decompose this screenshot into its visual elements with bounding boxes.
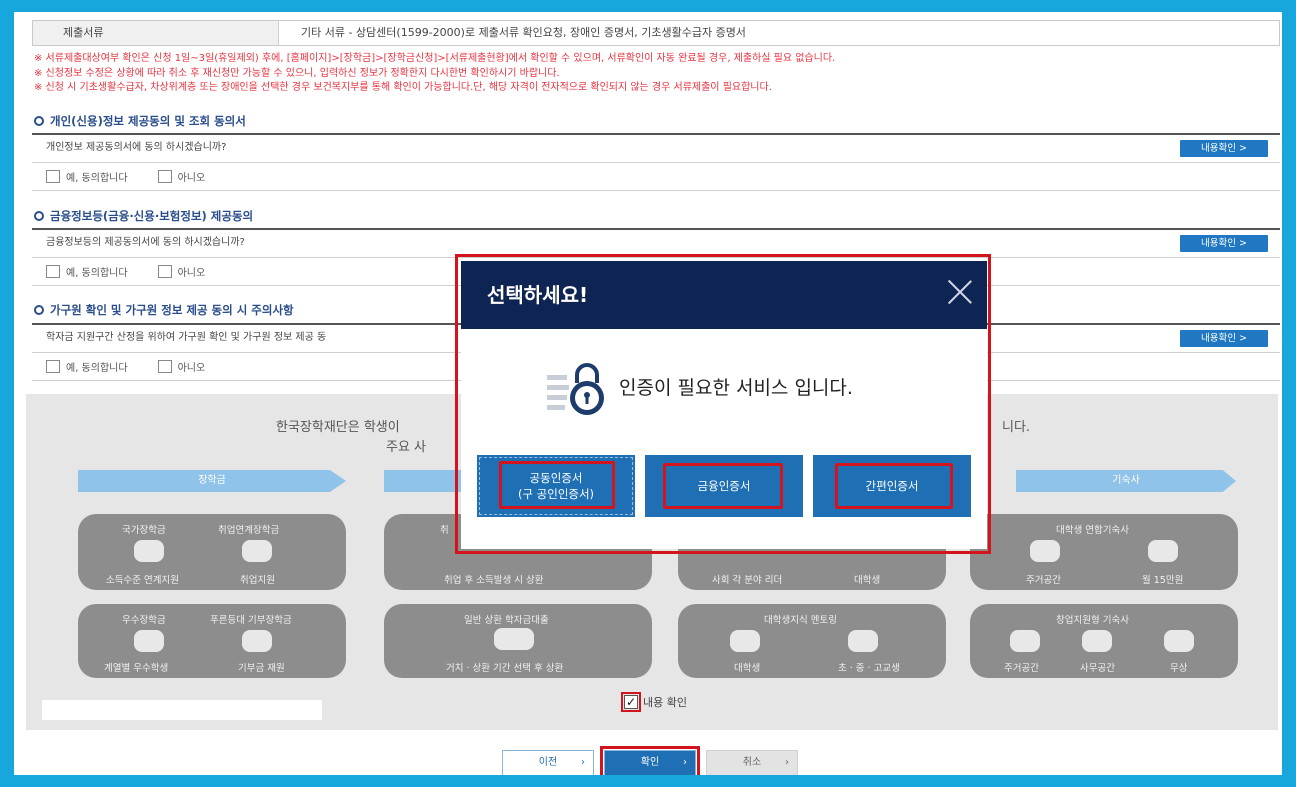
coin-icon	[1148, 540, 1178, 562]
section-title-personal-info: 개인(신용)정보 제공동의 및 조회 동의서	[34, 113, 246, 129]
confirm-label: 내용 확인	[643, 696, 687, 709]
agree-checkbox[interactable]	[46, 265, 60, 278]
disagree-label: 아니오	[177, 173, 206, 184]
notice-line: ※ 서류제출대상여부 확인은 신청 1일~3일(휴일제외) 후에, [홈페이지]…	[34, 53, 836, 64]
section-title-financial-info: 금융정보등(금융·신용·보험정보) 제공동의	[34, 208, 253, 224]
lighthouse-icon	[242, 630, 272, 652]
calendar-icon	[494, 628, 534, 650]
agree-label: 예, 동의합니다	[66, 268, 128, 279]
auth-select-modal: 선택하세요! 인증이 필요한 서비스 입니다. 공동인증서 (구 공인인증서) …	[461, 261, 987, 549]
consent-question: 금융정보등의 제공동의서에 동의 하시겠습니까?	[46, 237, 245, 248]
consent-personal-info: 개인정보 제공동의서에 동의 하시겠습니까? 내용확인 > 예, 동의합니다 아…	[32, 133, 1280, 191]
worker-icon	[242, 540, 272, 562]
disagree-label: 아니오	[177, 268, 206, 279]
modal-header: 선택하세요!	[461, 261, 987, 329]
agree-checkbox[interactable]	[46, 360, 60, 373]
card-united-dormitory: 대학생 연합기숙사 주거공간 월 15만원	[970, 514, 1238, 590]
agree-label: 예, 동의합니다	[66, 173, 128, 184]
blank-field	[42, 700, 322, 720]
disagree-checkbox[interactable]	[157, 265, 172, 278]
consent-question: 학자금 지원구간 산정을 위하여 가구원 확인 및 가구원 정보 제공 동	[46, 332, 327, 343]
content-confirm[interactable]: ✓ 내용 확인	[621, 692, 687, 712]
detail-button[interactable]: 내용확인 >	[1180, 330, 1268, 347]
notice-block: ※ 서류제출대상여부 확인은 신청 1일~3일(휴일제외) 후에, [홈페이지]…	[34, 52, 835, 96]
band-dormitory: 기숙사	[1016, 470, 1236, 492]
graduation-cap-icon	[134, 630, 164, 652]
free-icon	[1164, 630, 1194, 652]
children-icon	[848, 630, 878, 652]
students-icon	[730, 630, 760, 652]
highlight-box	[663, 463, 783, 509]
panel-text: 니다.	[1002, 420, 1031, 435]
ring-icon	[34, 116, 44, 126]
ring-icon	[34, 305, 44, 315]
card-mentoring: 대학생지식 멘토링 대학생 초 · 중 · 고교생	[678, 604, 946, 678]
prev-button[interactable]: 이전 ›	[502, 750, 594, 775]
card-startup-dormitory: 창업지원형 기숙사 주거공간 사무공간 무상	[970, 604, 1238, 678]
handshake-icon	[134, 540, 164, 562]
modal-message: 인증이 필요한 서비스 입니다.	[619, 377, 853, 399]
office-icon	[1082, 630, 1112, 652]
card-general-loan: 일반 상환 학자금대출 거치 · 상환 기간 선택 후 상환	[384, 604, 652, 678]
joint-certificate-button[interactable]: 공동인증서 (구 공인인증서)	[477, 455, 635, 517]
notice-line: ※ 신청정보 수정은 상황에 따라 취소 후 재신청만 가능할 수 있으니, 입…	[34, 67, 560, 79]
lock-icon	[547, 363, 604, 415]
modal-title: 선택하세요!	[487, 283, 589, 307]
notice-line: ※ 신청 시 기초생활수급자, 차상위계층 또는 장애인을 선택한 경우 보건복…	[34, 82, 772, 93]
card-merit-scholarship: 우수장학금 푸른등대 기부장학금 계열별 우수학생 기부금 재원	[78, 604, 346, 678]
required-documents-label: 제출서류	[33, 21, 279, 45]
confirm-checkbox[interactable]: ✓	[621, 692, 641, 712]
highlight-box	[499, 461, 615, 509]
house-icon	[1010, 630, 1040, 652]
close-icon[interactable]	[947, 279, 973, 305]
ok-button[interactable]: 확인 ›	[600, 746, 700, 775]
simple-certificate-button[interactable]: 간편인증서	[813, 455, 971, 517]
detail-button[interactable]: 내용확인 >	[1180, 235, 1268, 252]
section-title-household: 가구원 확인 및 가구원 정보 제공 동의 시 주의사항	[34, 302, 294, 318]
required-documents-value: 기타 서류 - 상담센터(1599-2000)로 제출서류 확인요청, 장애인 …	[301, 26, 746, 39]
financial-certificate-button[interactable]: 금융인증서	[645, 455, 803, 517]
required-documents-row: 제출서류 기타 서류 - 상담센터(1599-2000)로 제출서류 확인요청,…	[32, 20, 1280, 46]
disagree-checkbox[interactable]	[157, 170, 172, 183]
ring-icon	[34, 211, 44, 221]
agree-label: 예, 동의합니다	[66, 363, 128, 374]
band-scholarship: 장학금	[78, 470, 346, 492]
disagree-checkbox[interactable]	[157, 360, 172, 373]
panel-text: 주요 사	[386, 440, 427, 455]
card-national-scholarship: 국가장학금 취업연계장학금 소득수준 연계지원 취업지원	[78, 514, 346, 590]
detail-button[interactable]: 내용확인 >	[1180, 140, 1268, 157]
agree-checkbox[interactable]	[46, 170, 60, 183]
house-icon	[1030, 540, 1060, 562]
highlight-box	[835, 463, 953, 509]
panel-text: 한국장학재단은 학생이	[276, 420, 400, 435]
consent-question: 개인정보 제공동의서에 동의 하시겠습니까?	[46, 142, 227, 153]
cancel-button[interactable]: 취소 ›	[706, 750, 798, 775]
disagree-label: 아니오	[177, 363, 206, 374]
